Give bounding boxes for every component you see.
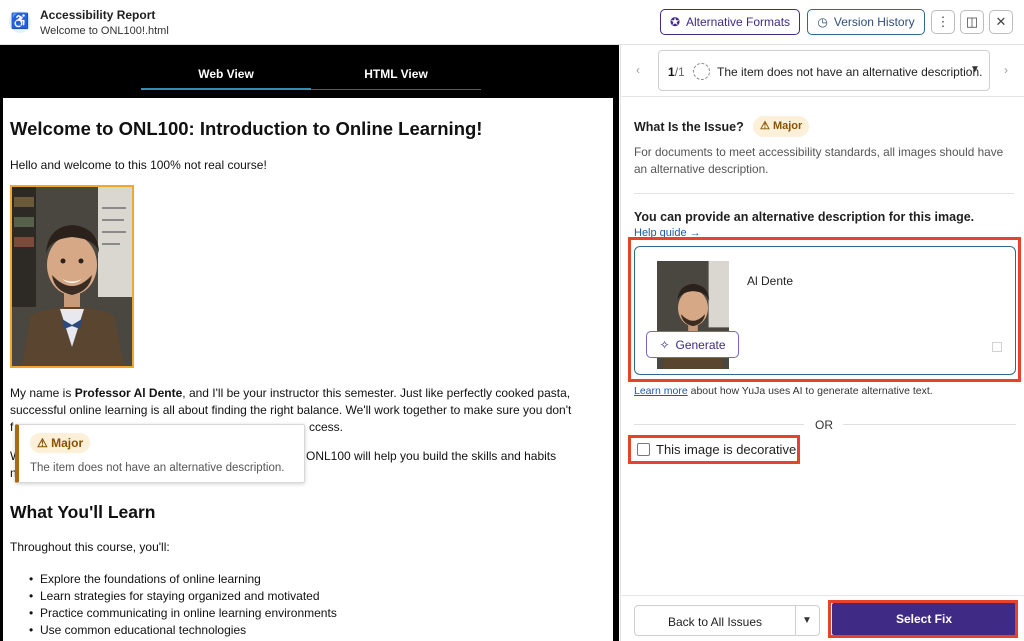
highlight-select-fix [828,600,1018,638]
fix-title: You can provide an alternative descripti… [634,210,975,224]
divider [843,424,1016,425]
active-tab-indicator [141,88,311,90]
chevron-left-icon: ‹ [636,63,640,77]
learning-list: Explore the foundations of online learni… [29,571,337,639]
next-issue-button[interactable]: › [1004,63,1008,77]
divider [621,96,1024,97]
divider [634,193,1014,194]
list-item: Learn strategies for staying organized a… [29,588,337,605]
learn-more-description: about how YuJa uses AI to generate alter… [687,385,933,397]
previous-issue-button[interactable]: ‹ [636,63,640,77]
more-vertical-icon: ⋮ [936,14,950,29]
intro-paragraph: Hello and welcome to this 100% not real … [10,158,267,172]
tab-track [311,89,481,90]
instructor-photo[interactable] [10,185,134,368]
caret-down-icon: ▼ [970,64,980,75]
list-item: Explore the foundations of online learni… [29,571,337,588]
issue-selector[interactable]: 1/1 The item does not have an alternativ… [658,50,990,91]
sidebar-icon: ◫ [965,14,979,29]
issue-title: What Is the Issue? [634,120,744,134]
bio-line-3-end: ccess. [309,420,344,434]
para2-line-1-end: ONL100 will help you build the skills an… [306,449,557,463]
issue-selector-label: The item does not have an alternative de… [717,65,983,79]
tab-web-view[interactable]: Web View [141,67,311,81]
close-icon: ✕ [995,14,1007,29]
warning-icon: ⚠ [760,120,770,132]
warning-icon: ⚠ [37,436,48,450]
tab-html-view[interactable]: HTML View [311,67,481,81]
section-intro: Throughout this course, you'll: [10,540,170,554]
accessibility-icon: ♿ [9,11,31,33]
bio-line-3-start: f [10,420,14,434]
chevron-down-icon[interactable]: ▼ [802,615,812,626]
sparkle-badge-icon: ✪ [669,15,680,29]
issue-description: For documents to meet accessibility stan… [634,145,1004,176]
bio-line-2: successful online learning is all about … [10,403,572,417]
app-title: Accessibility Report [40,8,156,22]
view-tabs: Web View HTML View [0,45,619,95]
list-item: Use common educational technologies [29,622,337,639]
app-header: ♿ Accessibility Report Welcome to ONL100… [0,0,1024,45]
tooltip-message: The item does not have an alternative de… [30,462,285,474]
bio-line-1: My name is Professor Al Dente, and I'll … [10,385,570,402]
file-name: Welcome to ONL100!.html [40,25,169,37]
more-options-button[interactable]: ⋮ [931,10,955,34]
back-label: Back to All Issues [667,615,763,629]
tooltip-severity: Major [51,436,84,450]
preview-panel: Web View HTML View Welcome to ONL100: In… [0,45,619,641]
document-heading: Welcome to ONL100: Introduction to Onlin… [10,118,483,139]
toggle-panel-button[interactable]: ◫ [960,10,984,34]
issue-tooltip: ⚠ Major The item does not have an altern… [15,424,305,483]
instructor-name: Professor Al Dente [74,386,183,400]
alternative-formats-label: Alternative Formats [686,15,791,29]
divider [621,595,1024,596]
highlight-alt-text-editor [628,237,1021,382]
bio-suffix: , and I'll be your instructor this semes… [182,386,571,400]
section-heading: What You'll Learn [10,502,156,522]
list-item: Practice communicating in online learnin… [29,605,337,622]
issue-current: 1 [668,65,675,79]
severity-badge: ⚠ Major [753,116,810,137]
learn-more-text: Learn more about how YuJa uses AI to gen… [634,385,933,397]
divider [634,424,804,425]
chevron-right-icon: › [1004,63,1008,77]
bio-prefix: My name is [10,386,75,400]
close-button[interactable]: ✕ [989,10,1013,34]
issue-counter: 1/1 [668,65,685,79]
version-history-label: Version History [833,15,915,29]
clock-icon: ◷ [817,15,828,29]
issue-total: /1 [674,65,685,79]
highlight-decorative-option [628,435,800,464]
severity-label: Major [772,120,803,132]
learn-more-link[interactable]: Learn more [634,385,688,397]
document-preview: Welcome to ONL100: Introduction to Onlin… [3,98,613,641]
version-history-button[interactable]: ◷ Version History [807,9,925,35]
progress-ring-icon [693,63,710,80]
tooltip-severity-badge: ⚠ Major [30,433,91,453]
or-separator: OR [815,418,833,432]
alternative-formats-button[interactable]: ✪ Alternative Formats [660,9,800,35]
instructor-portrait-image [12,187,132,366]
divider [795,606,796,635]
back-to-all-issues-button[interactable]: Back to All Issues ▼ [634,605,820,636]
